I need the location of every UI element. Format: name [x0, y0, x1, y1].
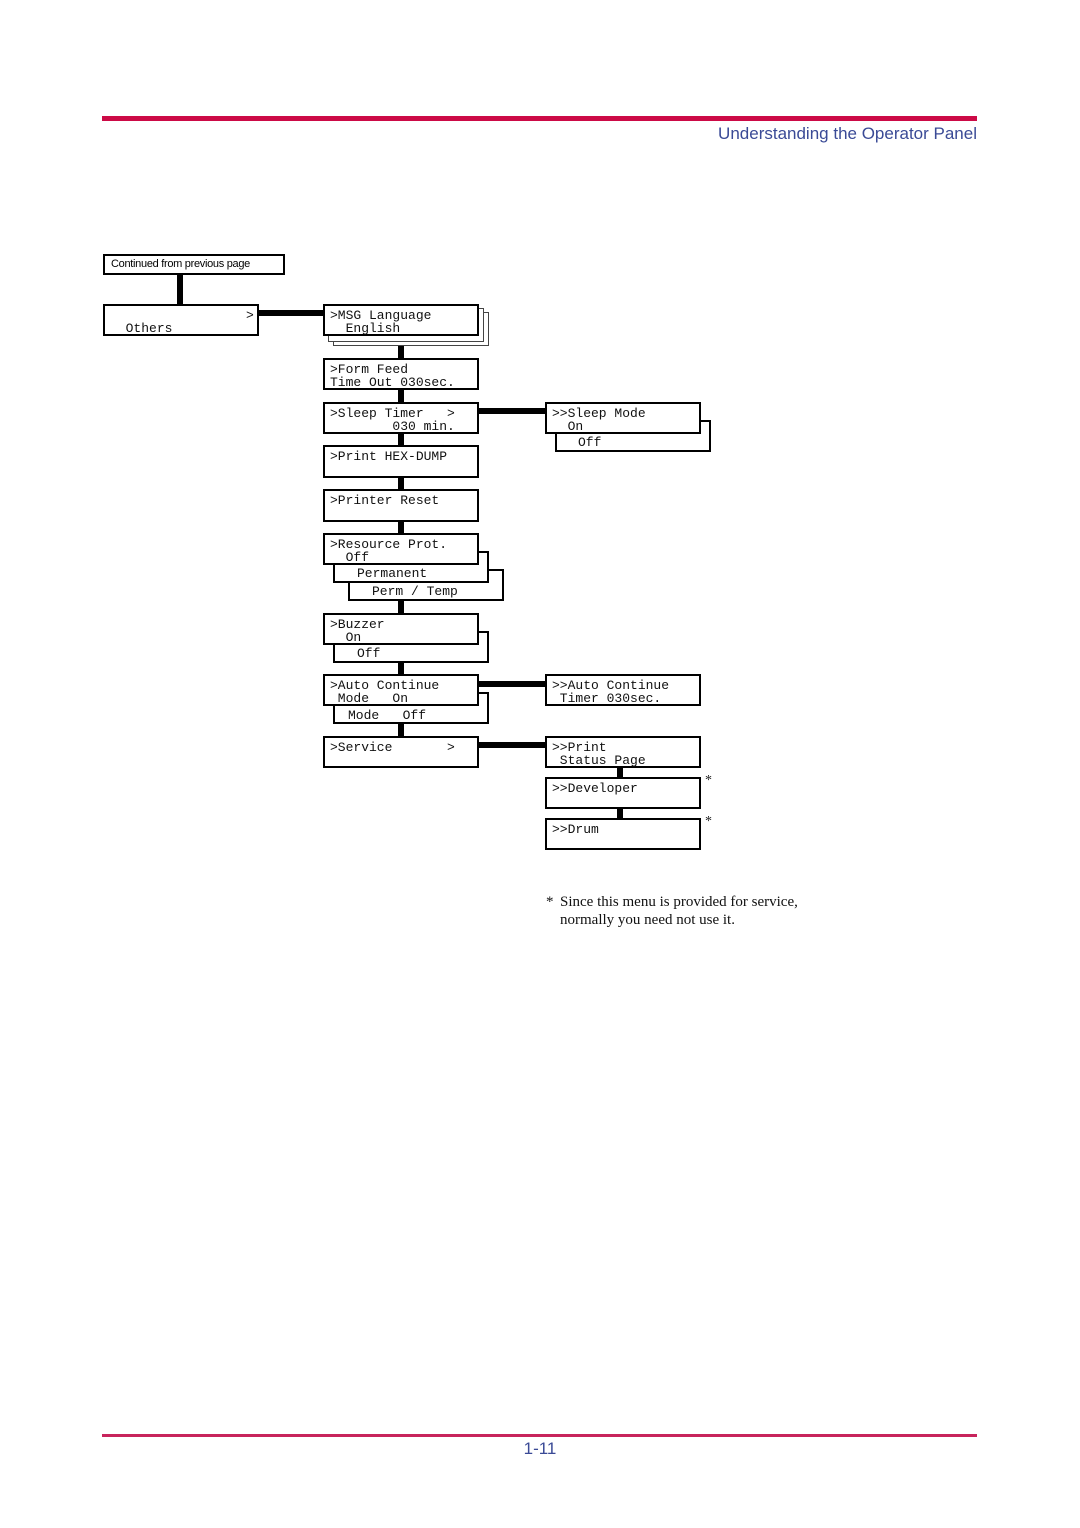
connector	[398, 434, 404, 445]
sleep-mode-value: On	[552, 419, 584, 434]
msg-language-value: English	[330, 321, 401, 336]
footer-rule	[102, 1434, 977, 1437]
connector	[479, 742, 545, 748]
connector	[398, 522, 404, 533]
connector	[259, 310, 323, 316]
sleep-mode-option-off: Off	[578, 435, 602, 450]
buzzer-box: >Buzzer On	[323, 613, 479, 645]
others-label: Others	[125, 321, 173, 336]
print-hex-dump-title: >Print HEX-DUMP	[330, 449, 448, 464]
connector	[177, 275, 183, 305]
service-title: >Service >	[330, 740, 455, 755]
service-asterisk: *	[705, 814, 712, 829]
print-status-page-box: >>Print Status Page	[545, 736, 701, 768]
buzzer-option-off: Off	[357, 646, 381, 661]
service-asterisk: *	[705, 773, 712, 788]
footnote-line-2: normally you need not use it.	[560, 912, 735, 928]
print-status-page-value: Status Page	[552, 753, 646, 768]
buzzer-value: On	[330, 630, 362, 645]
sleep-timer-value: 030 min.	[330, 419, 455, 434]
submenu-arrow: >	[246, 308, 254, 323]
printer-reset-box: >Printer Reset	[323, 489, 479, 522]
drum-title: >>Drum	[552, 822, 599, 837]
connector	[398, 478, 404, 489]
section-title: Understanding the Operator Panel	[718, 124, 977, 143]
form-feed-box: >Form Feed Time Out 030sec.	[323, 358, 479, 390]
connector	[479, 681, 545, 687]
header-rule	[102, 116, 977, 121]
connector	[398, 663, 404, 674]
resource-prot-value: Off	[330, 550, 370, 565]
connector	[398, 346, 404, 358]
footnote-mark: *	[546, 894, 554, 910]
connector	[479, 408, 545, 414]
sleep-timer-box: >Sleep Timer > 030 min.	[323, 402, 479, 434]
msg-language-box: >MSG Language English	[323, 304, 479, 336]
page-number: 1-11	[523, 1439, 557, 1458]
connector	[398, 724, 404, 736]
developer-title: >>Developer	[552, 781, 638, 796]
resource-prot-option-perm-temp: Perm / Temp	[372, 584, 458, 599]
drum-box: >>Drum	[545, 818, 701, 850]
others-menu-box: Others >	[103, 304, 259, 336]
auto-continue-option-off: Mode Off	[348, 708, 427, 723]
service-box: >Service >	[323, 736, 479, 768]
continued-from-previous-page: Continued from previous page	[103, 254, 285, 275]
sleep-mode-box: >>Sleep Mode On	[545, 402, 701, 434]
form-feed-value: Time Out 030sec.	[330, 375, 455, 390]
connector	[398, 390, 404, 402]
developer-box: >>Developer	[545, 777, 701, 809]
auto-continue-timer-value: Timer 030sec.	[552, 691, 662, 706]
auto-continue-box: >Auto Continue Mode On	[323, 674, 479, 706]
auto-continue-value: Mode On	[330, 691, 409, 706]
resource-prot-box: >Resource Prot. Off	[323, 533, 479, 565]
auto-continue-timer-box: >>Auto Continue Timer 030sec.	[545, 674, 701, 706]
print-hex-dump-box: >Print HEX-DUMP	[323, 445, 479, 478]
printer-reset-title: >Printer Reset	[330, 493, 440, 508]
footnote-line-1: Since this menu is provided for service,	[560, 894, 798, 910]
resource-prot-option-permanent: Permanent	[357, 566, 428, 581]
connector	[398, 601, 404, 613]
